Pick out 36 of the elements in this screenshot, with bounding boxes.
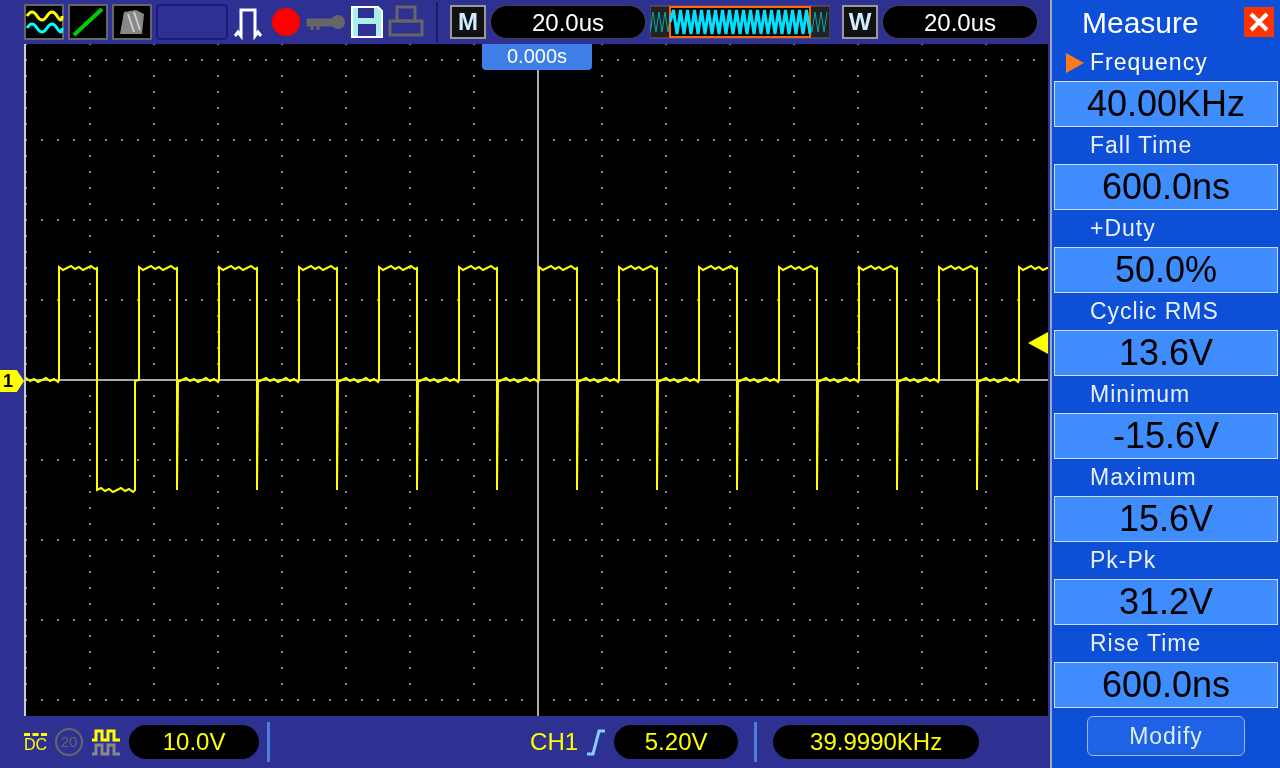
timebase-readout[interactable]: 20.0us: [490, 5, 646, 39]
trigger-level-readout[interactable]: 5.20V: [614, 725, 739, 759]
square-wave-icon[interactable]: [91, 728, 122, 756]
measurement-value: 50.0%: [1054, 247, 1278, 293]
window-mode-label: W: [842, 5, 878, 39]
measurement-value: 15.6V: [1054, 496, 1278, 542]
channel-marker[interactable]: 1: [0, 370, 24, 392]
trigger-position-marker[interactable]: 0.000s: [482, 44, 592, 70]
close-icon[interactable]: [1244, 7, 1274, 37]
measurement-label[interactable]: Minimum: [1090, 376, 1191, 413]
measurement-label[interactable]: +Duty: [1090, 210, 1156, 247]
measurement-value: 600.0ns: [1054, 662, 1278, 708]
measurement-label[interactable]: Cyclic RMS: [1090, 293, 1219, 330]
measurement-label[interactable]: Rise Time: [1090, 625, 1202, 662]
waveform-overview[interactable]: [650, 4, 830, 40]
measurement-label[interactable]: Fall Time: [1090, 127, 1193, 164]
measurement-value: 40.00KHz: [1054, 81, 1278, 127]
panel-title: Measure: [1082, 4, 1199, 41]
volts-per-div-readout[interactable]: 10.0V: [129, 725, 260, 759]
modify-button[interactable]: Modify: [1087, 716, 1245, 756]
window-timebase-readout[interactable]: 20.0us: [882, 5, 1038, 39]
measurement-label[interactable]: Frequency: [1090, 44, 1208, 81]
timebase-mode-label: M: [450, 5, 486, 39]
measurement-value: 31.2V: [1054, 579, 1278, 625]
persistence-icon[interactable]: [112, 4, 152, 40]
dual-wave-icon[interactable]: [24, 4, 64, 40]
measurement-label[interactable]: Pk-Pk: [1090, 542, 1157, 579]
trigger-source-label: CH1: [530, 727, 579, 757]
measurement-value: 600.0ns: [1054, 164, 1278, 210]
rising-edge-icon: [586, 728, 607, 756]
coupling-label[interactable]: DC: [24, 732, 48, 752]
trigger-level-arrow[interactable]: [1028, 332, 1048, 354]
frequency-readout: 39.9990KHz: [773, 725, 980, 759]
measurement-value: -15.6V: [1054, 413, 1278, 459]
measurement-value: 13.6V: [1054, 330, 1278, 376]
measurement-label[interactable]: Maximum: [1090, 459, 1197, 496]
